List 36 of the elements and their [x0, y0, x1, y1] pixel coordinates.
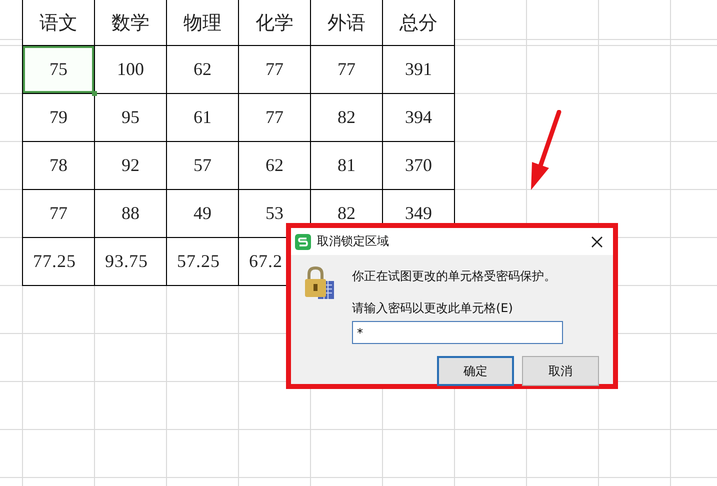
prompt-label: 请输入密码以更改此单元格(E) [352, 300, 514, 317]
column-header: 物理 [166, 0, 238, 46]
table-cell[interactable]: 82 [310, 94, 382, 142]
column-header: 化学 [238, 0, 310, 46]
table-cell[interactable]: 394 [382, 94, 454, 142]
table-cell[interactable]: 95 [94, 94, 166, 142]
table-cell[interactable]: 77.25 [22, 238, 94, 286]
app-logo-icon [295, 234, 311, 250]
table-cell[interactable]: 77 [310, 46, 382, 94]
table-cell[interactable]: 75 [22, 46, 94, 94]
password-field[interactable]: * [352, 321, 563, 344]
table-cell[interactable]: 61 [166, 94, 238, 142]
table-cell[interactable]: 79 [22, 94, 94, 142]
table-cell[interactable]: 100 [94, 46, 166, 94]
table-cell[interactable]: 62 [166, 46, 238, 94]
table-cell[interactable]: 49 [166, 190, 238, 238]
table-cell[interactable]: 370 [382, 142, 454, 190]
table-cell[interactable]: 57.25 [166, 238, 238, 286]
message-text: 你正在试图更改的单元格受密码保护。 [352, 268, 557, 285]
close-icon[interactable] [591, 236, 603, 248]
table-cell[interactable]: 77 [238, 46, 310, 94]
column-header: 数学 [94, 0, 166, 46]
table-cell[interactable]: 57 [166, 142, 238, 190]
ok-button[interactable]: 确定 [437, 356, 514, 386]
table-cell[interactable]: 391 [382, 46, 454, 94]
table-cell[interactable]: 78 [22, 142, 94, 190]
table-cell[interactable]: 77 [238, 94, 310, 142]
table-cell[interactable]: 81 [310, 142, 382, 190]
table-cell[interactable]: 93.75 [94, 238, 166, 286]
column-header: 总分 [382, 0, 454, 46]
table-cell[interactable]: 88 [94, 190, 166, 238]
table-cell[interactable]: 77 [22, 190, 94, 238]
cancel-button[interactable]: 取消 [522, 356, 599, 386]
table-cell[interactable]: 92 [94, 142, 166, 190]
column-header: 外语 [310, 0, 382, 46]
table-cell[interactable]: 62 [238, 142, 310, 190]
